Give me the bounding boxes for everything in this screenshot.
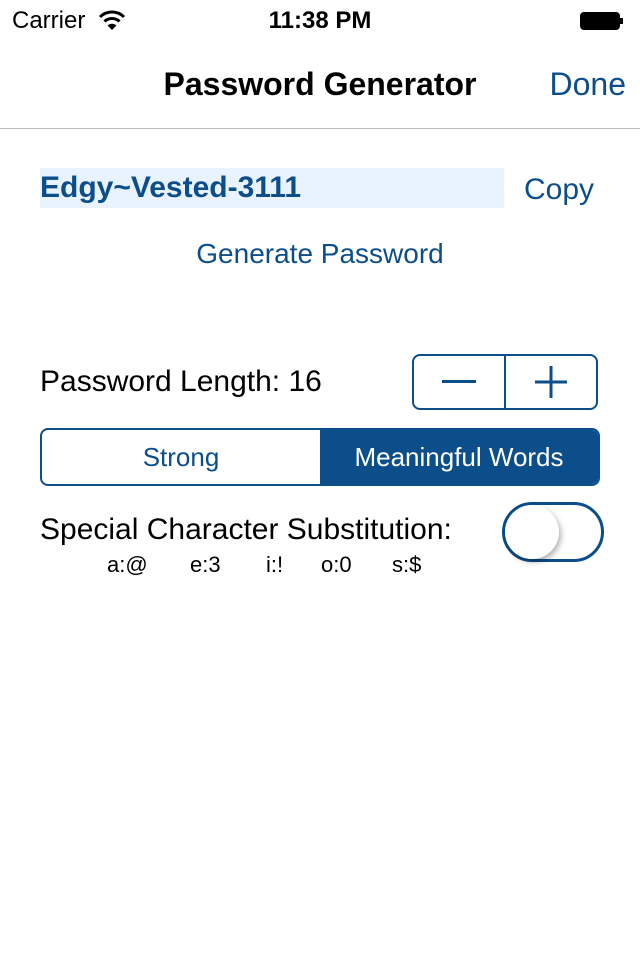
substitution-mapping: o:0 bbox=[321, 552, 352, 577]
toggle-knob bbox=[505, 505, 559, 559]
segment-meaningful-words[interactable]: Meaningful Words bbox=[320, 430, 598, 484]
length-stepper bbox=[412, 354, 598, 410]
done-button[interactable]: Done bbox=[550, 64, 627, 104]
substitution-mapping: a:@ bbox=[107, 552, 148, 577]
segment-strong[interactable]: Strong bbox=[42, 430, 320, 484]
substitution-mapping: i:! bbox=[266, 552, 284, 577]
increment-button[interactable] bbox=[504, 356, 596, 408]
substitution-mapping: s:$ bbox=[392, 552, 422, 577]
decrement-button[interactable] bbox=[414, 356, 504, 408]
password-mode-segmented-control: Strong Meaningful Words bbox=[40, 428, 600, 486]
plus-icon bbox=[535, 366, 567, 398]
password-field[interactable] bbox=[40, 168, 504, 208]
status-time: 11:38 PM bbox=[268, 7, 372, 34]
nav-divider bbox=[0, 128, 640, 129]
generate-password-button[interactable]: Generate Password bbox=[0, 234, 640, 274]
password-length-label: Password Length: 16 bbox=[40, 365, 322, 398]
battery-icon bbox=[580, 12, 623, 30]
special-substitution-toggle[interactable] bbox=[502, 502, 604, 562]
special-substitution-label: Special Character Substitution: bbox=[40, 513, 452, 546]
substitution-mapping: e:3 bbox=[190, 552, 221, 577]
page-title: Password Generator bbox=[163, 66, 477, 102]
copy-button[interactable]: Copy bbox=[524, 170, 594, 210]
minus-icon bbox=[442, 380, 476, 383]
